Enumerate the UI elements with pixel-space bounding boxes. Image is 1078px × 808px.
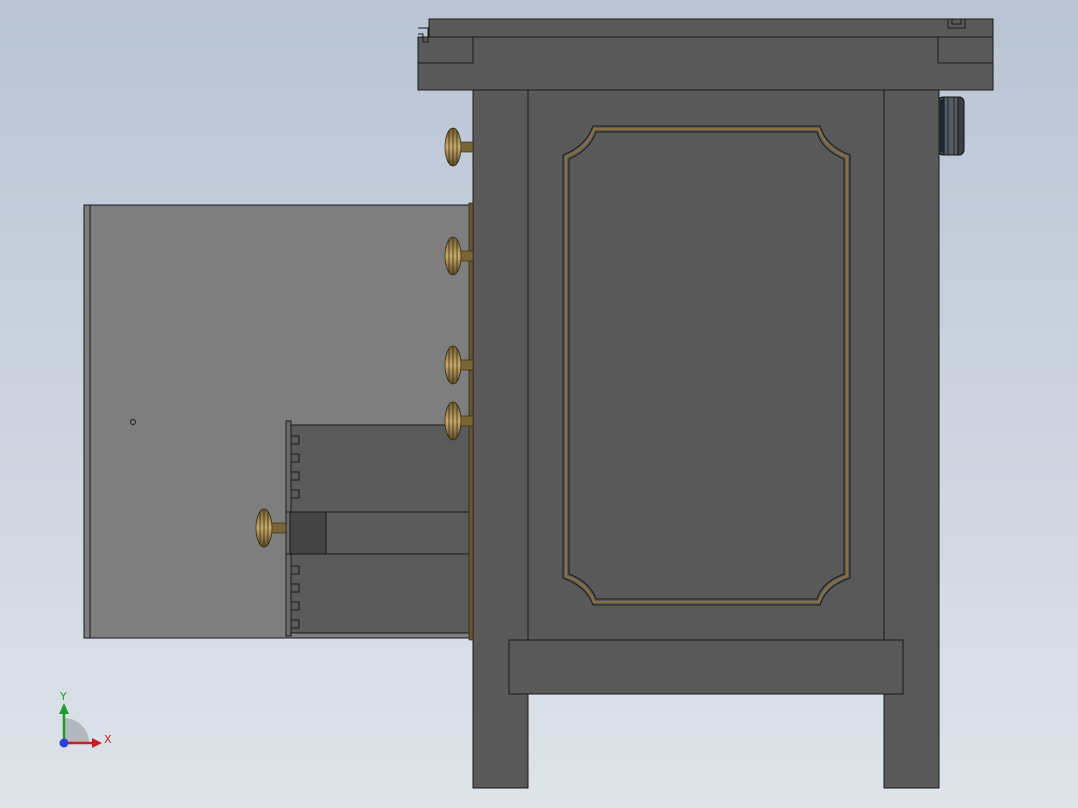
drawer-assembly[interactable]: [83, 202, 474, 641]
y-axis-label: Y: [59, 690, 67, 703]
caster-wheel: [937, 96, 965, 156]
bottom-rail: [508, 639, 904, 695]
side-panel: [527, 89, 885, 641]
cad-viewport[interactable]: Y X: [0, 0, 1078, 808]
z-axis-dot: [59, 738, 69, 748]
top-slab: [417, 18, 994, 91]
x-axis-label: X: [104, 733, 112, 746]
inner-drawer-handle-block: [289, 511, 327, 555]
